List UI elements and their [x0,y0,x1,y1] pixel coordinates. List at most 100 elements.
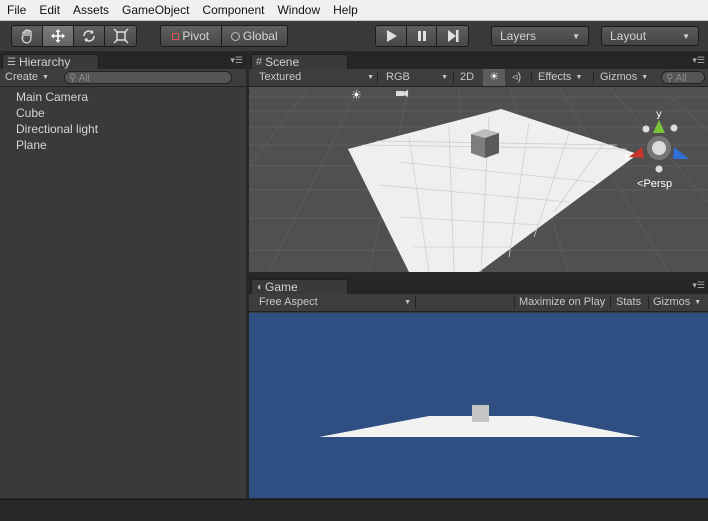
sun-icon: ☀ [489,71,499,83]
tab-scene-label: Scene [265,55,300,69]
menu-window[interactable]: Window [270,0,326,20]
panel-menu-icon[interactable]: ▾☰ [230,55,243,65]
menu-edit[interactable]: Edit [32,0,66,20]
panel-menu-icon[interactable]: ▾☰ [692,280,705,290]
list-item[interactable]: Plane [0,137,246,153]
search-icon: ⚲ [666,73,674,84]
game-toolbar: Free Aspect ▼ Maximize on Play Stats Giz… [249,294,708,312]
scene-toolbar: Textured ▼ RGB ▼ 2D ☀ ◃) Effects ▼ Gizmo… [249,69,708,87]
list-item[interactable]: Directional light [0,121,246,137]
layout-dropdown[interactable]: Layout ▼ [601,26,699,46]
move-tool-button[interactable] [43,26,74,46]
menu-assets[interactable]: Assets [66,0,115,20]
hierarchy-search-input[interactable]: ⚲ All [64,71,232,84]
speaker-icon: ◃) [512,71,522,83]
divider [610,296,611,309]
render-mode-dropdown[interactable]: Textured ▼ [259,69,374,86]
scene-audio-toggle[interactable]: ◃) [512,69,521,86]
mode-2d-label: 2D [460,71,475,83]
game-gizmos-label: Gizmos [653,296,691,308]
game-gizmos-dropdown[interactable]: Gizmos ▼ [653,294,701,311]
tab-scene[interactable]: # Scene [251,54,348,69]
divider [593,71,594,84]
game-viewport[interactable] [249,313,708,498]
aspect-dropdown[interactable]: Free Aspect ▼ [259,294,411,311]
aspect-label: Free Aspect [259,296,318,308]
hierarchy-list: Main Camera Cube Directional light Plane [0,89,246,153]
maximize-label: Maximize on Play [519,296,606,308]
menu-help[interactable]: Help [326,0,364,20]
create-dropdown[interactable]: Create ▼ [5,69,49,86]
persp-text: Persp [643,178,672,190]
create-label: Create [5,71,39,83]
scene-search-input[interactable]: ⚲ All [661,71,705,84]
scene-panel: # Scene ▾☰ Textured ▼ RGB ▼ 2D ☀ ◃) Effe… [249,52,708,272]
hand-icon [21,29,32,44]
search-icon: ⚲ [69,73,77,84]
color-mode-label: RGB [386,71,410,83]
rotate-tool-button[interactable] [74,26,105,46]
divider [648,296,649,309]
mode-2d-toggle[interactable]: 2D [460,69,474,86]
step-button[interactable] [437,26,468,46]
scene-cube [471,129,499,158]
scale-icon [113,28,128,44]
menu-file[interactable]: File [0,0,32,20]
tab-game[interactable]: ◖ Game [251,279,348,294]
panel-menu-icon[interactable]: ▾☰ [692,55,705,65]
rotate-icon [83,30,95,42]
transform-tools [11,25,137,47]
game-cube [472,405,489,422]
global-toggle[interactable]: Global [222,26,287,46]
gizmo-y-label: y [656,109,662,120]
layers-dropdown[interactable]: Layers ▼ [491,26,589,46]
stats-toggle[interactable]: Stats [616,294,641,311]
scene-lighting-toggle[interactable]: ☀ [483,69,505,86]
pivot-label: Pivot [182,29,210,43]
status-bar [0,499,708,521]
chevron-down-icon: ▼ [575,74,583,81]
search-placeholder: All [78,73,90,84]
play-button[interactable] [376,26,407,46]
maximize-on-play-toggle[interactable]: Maximize on Play [519,294,605,311]
hierarchy-panel: ☰ Hierarchy ▾☰ Create ▼ ⚲ All Main Camer… [0,52,246,498]
layout-label: Layout [610,29,647,43]
effects-label: Effects [538,71,572,83]
list-item[interactable]: Cube [0,105,246,121]
globe-icon [230,31,240,41]
color-mode-dropdown[interactable]: RGB ▼ [386,69,448,86]
menu-component[interactable]: Component [195,0,270,20]
list-item[interactable]: Main Camera [0,89,246,105]
pause-icon [417,31,426,41]
layers-label: Layers [500,29,537,43]
hand-tool-button[interactable] [12,26,43,46]
gizmo-x-label: x [624,152,630,163]
tab-game-label: Game [265,280,298,294]
divider [377,71,378,84]
gizmos-label: Gizmos [600,71,638,83]
scene-viewport[interactable]: ☀ y x <Persp [249,87,708,272]
chevron-down-icon: ▼ [694,299,702,306]
pause-button[interactable] [407,26,438,46]
playback-controls [375,25,469,47]
effects-dropdown[interactable]: Effects ▼ [538,69,582,86]
gizmos-dropdown[interactable]: Gizmos ▼ [600,69,648,86]
divider [415,296,416,309]
tab-hierarchy[interactable]: ☰ Hierarchy [2,54,99,69]
tab-hierarchy-label: Hierarchy [18,55,71,69]
light-gizmo-icon: ☀ [351,88,362,102]
pivot-global-group: Pivot Global [160,25,288,47]
main-toolbar: Pivot Global Layers ▼ Layout ▼ [0,21,708,51]
scale-tool-button[interactable] [105,26,136,46]
divider [453,71,454,84]
chevron-down-icon: ▼ [42,74,49,81]
grid-icon: # [256,56,263,68]
scene-view-svg: ☀ y x <Persp [249,87,708,272]
pivot-toggle[interactable]: Pivot [161,26,222,46]
perspective-label[interactable]: <Persp [637,178,672,190]
move-icon [51,29,65,43]
divider [531,71,532,84]
menu-gameobject[interactable]: GameObject [115,0,195,20]
chevron-down-icon: ▼ [572,31,580,41]
search-placeholder: All [675,73,687,84]
